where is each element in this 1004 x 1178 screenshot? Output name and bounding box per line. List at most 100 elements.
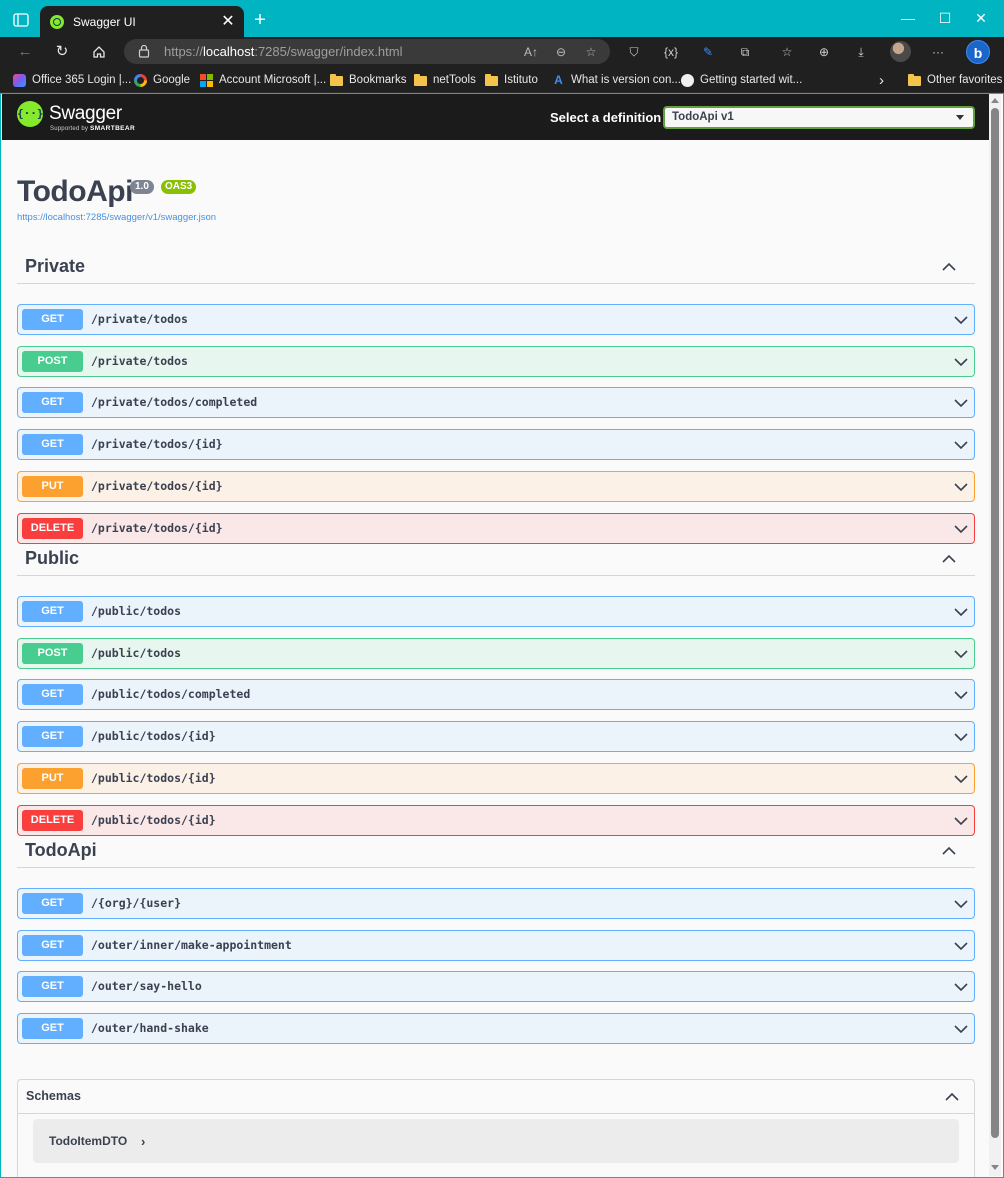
method-badge-get[interactable]: GET [22,309,83,330]
chevron-down-icon[interactable] [953,771,969,787]
vertical-scrollbar[interactable] [989,94,1001,1176]
bing-copilot-icon[interactable]: b [966,40,990,64]
favorite-folder-bookmarks[interactable]: Bookmarks [330,71,407,89]
more-icon[interactable]: ··· [928,42,948,62]
spec-url-link[interactable]: https://localhost:7285/swagger/v1/swagge… [17,212,216,223]
method-badge-get[interactable]: GET [22,684,83,705]
swagger-logo-icon[interactable]: {··} [17,101,44,127]
favorite-other-favorites[interactable]: Other favorites [908,71,1002,89]
chevron-down-icon[interactable] [953,479,969,495]
operation-path[interactable]: /outer/hand-shake [91,1021,209,1035]
operation-row[interactable]: GET/public/todos [17,596,975,627]
chevron-down-icon[interactable] [953,1021,969,1037]
method-badge-put[interactable]: PUT [22,768,83,789]
profile-avatar[interactable] [890,41,911,62]
method-badge-get[interactable]: GET [22,392,83,413]
chevron-down-icon[interactable] [953,354,969,370]
favorite-google[interactable]: Google [134,71,190,89]
chevron-up-icon[interactable] [944,1089,960,1105]
model-todoitemdto[interactable]: TodoItemDTO › [33,1119,959,1163]
scroll-down-arrow-icon[interactable] [991,1165,999,1170]
pen-extension-icon[interactable]: ✎ [698,42,718,62]
close-window-button[interactable]: ✕ [966,8,996,28]
new-tab-button[interactable]: + [250,9,270,31]
operation-path[interactable]: /public/todos/completed [91,687,250,701]
favorite-version-control[interactable]: A What is version con... [552,71,681,89]
definition-select[interactable]: TodoApi v1 [663,106,975,129]
chevron-down-icon[interactable] [953,938,969,954]
method-badge-get[interactable]: GET [22,935,83,956]
operation-path[interactable]: /private/todos/{id} [91,479,223,493]
operation-path[interactable]: /public/todos [91,646,181,660]
address-bar[interactable]: https://localhost:7285/swagger/index.htm… [124,39,610,64]
tag-header-public[interactable]: Public [17,544,975,576]
chevron-down-icon[interactable] [953,312,969,328]
operation-row[interactable]: POST/private/todos [17,346,975,377]
operation-row[interactable]: GET/outer/say-hello [17,971,975,1002]
method-badge-delete[interactable]: DELETE [22,810,83,831]
extensions-icon[interactable]: ⧉ [735,42,755,62]
operation-row[interactable]: PUT/private/todos/{id} [17,471,975,502]
operation-path[interactable]: /public/todos [91,604,181,618]
favorite-folder-nettools[interactable]: netTools [414,71,476,89]
method-badge-post[interactable]: POST [22,643,83,664]
operation-row[interactable]: GET/private/todos [17,304,975,335]
operation-path[interactable]: /public/todos/{id} [91,813,216,827]
operation-path[interactable]: /private/todos [91,354,188,368]
operation-path[interactable]: /public/todos/{id} [91,729,216,743]
back-icon[interactable]: ← [12,40,38,64]
tab-actions-icon[interactable] [8,8,34,32]
operation-row[interactable]: PUT/public/todos/{id} [17,763,975,794]
tag-header-todoapi[interactable]: TodoApi [17,836,975,868]
chevron-down-icon[interactable] [953,813,969,829]
refresh-icon[interactable]: ↻ [49,40,75,64]
zoom-icon[interactable]: ⊖ [552,43,570,61]
minimize-button[interactable]: — [893,8,923,28]
operation-row[interactable]: GET/private/todos/completed [17,387,975,418]
chevron-down-icon[interactable] [953,896,969,912]
chevron-down-icon[interactable] [953,604,969,620]
chevron-up-icon[interactable] [941,551,957,567]
chevron-down-icon[interactable] [953,521,969,537]
chevron-down-icon[interactable] [953,979,969,995]
operation-row[interactable]: DELETE/private/todos/{id} [17,513,975,544]
operation-path[interactable]: /private/todos/completed [91,395,257,409]
chevron-down-icon[interactable] [953,646,969,662]
favorite-github[interactable]: Getting started wit... [681,71,802,89]
variables-extension-icon[interactable]: {x} [661,42,681,62]
browser-tab-swagger[interactable]: Swagger UI ✕ [40,6,244,37]
chevron-down-icon[interactable] [953,395,969,411]
chevron-down-icon[interactable] [953,437,969,453]
favorites-overflow-icon[interactable]: › [879,71,884,89]
favorite-folder-istituto[interactable]: Istituto [485,71,538,89]
operation-row[interactable]: DELETE/public/todos/{id} [17,805,975,836]
chevron-up-icon[interactable] [941,259,957,275]
home-icon[interactable] [86,40,112,64]
operation-path[interactable]: /private/todos [91,312,188,326]
method-badge-get[interactable]: GET [22,434,83,455]
tag-header-private[interactable]: Private [17,252,975,284]
collections-icon[interactable]: ⊕ [814,42,834,62]
operation-path[interactable]: /private/todos/{id} [91,521,223,535]
operation-row[interactable]: GET /{org}/{user} [17,888,975,919]
operation-row[interactable]: GET/outer/hand-shake [17,1013,975,1044]
method-badge-get[interactable]: GET [22,976,83,997]
method-badge-put[interactable]: PUT [22,476,83,497]
operation-row[interactable]: GET/private/todos/{id} [17,429,975,460]
operation-row[interactable]: POST/public/todos [17,638,975,669]
chevron-down-icon[interactable] [953,687,969,703]
method-badge-delete[interactable]: DELETE [22,518,83,539]
swagger-logo-text[interactable]: Swagger [49,103,122,125]
method-badge-get[interactable]: GET [22,601,83,622]
schemas-header[interactable]: Schemas [18,1080,974,1114]
ublock-extension-icon[interactable]: ⛉ [624,42,644,62]
method-badge-get[interactable]: GET [22,726,83,747]
add-favorite-icon[interactable]: ☆ [582,43,600,61]
operation-row[interactable]: GET/public/todos/completed [17,679,975,710]
operation-path[interactable]: /outer/inner/make-appointment [91,938,292,952]
operation-path[interactable]: /{org}/{user} [91,896,181,910]
operation-path[interactable]: /private/todos/{id} [91,437,223,451]
downloads-icon[interactable]: ⤓ [851,42,871,62]
operation-path[interactable]: /public/todos/{id} [91,771,216,785]
lock-icon[interactable] [138,44,150,58]
